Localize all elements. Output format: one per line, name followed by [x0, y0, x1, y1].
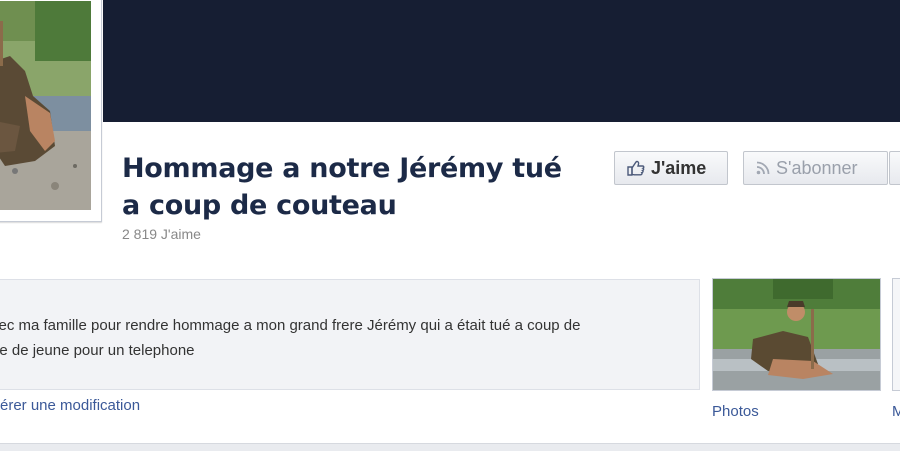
status-text: vec ma famille pour rendre hommage a mon…	[0, 313, 681, 363]
photos-thumbnail[interactable]	[712, 278, 881, 391]
page-title: Hommage a notre Jérémy tué a coup de cou…	[122, 150, 602, 224]
likes-count[interactable]: 2 819 J'aime	[122, 226, 201, 242]
like-button[interactable]: J'aime	[614, 151, 728, 185]
status-text-line-1: vec ma famille pour rendre hommage a mon…	[0, 317, 581, 334]
cover-photo[interactable]	[103, 0, 900, 122]
page-title-line-2: a coup de couteau	[122, 190, 397, 221]
suggest-edit-link[interactable]: érer une modification	[0, 397, 140, 414]
more-actions-button[interactable]	[889, 151, 900, 185]
subscribe-button[interactable]: S'abonner	[743, 151, 888, 185]
profile-picture[interactable]	[0, 1, 91, 210]
page-title-line-1: Hommage a notre Jérémy tué	[122, 153, 562, 184]
like-button-label: J'aime	[651, 157, 707, 178]
photos-link[interactable]: Photos	[712, 403, 759, 420]
status-text-line-2: pe de jeune pour un telephone	[0, 342, 195, 359]
subscribe-button-label: S'abonner	[776, 157, 858, 178]
more-link[interactable]: M	[892, 403, 900, 420]
status-post: vec ma famille pour rendre hommage a mon…	[0, 279, 700, 390]
thumbs-up-icon	[627, 160, 645, 176]
rss-icon	[756, 161, 770, 175]
profile-picture-frame[interactable]	[0, 0, 102, 222]
next-thumbnail[interactable]	[892, 278, 900, 391]
